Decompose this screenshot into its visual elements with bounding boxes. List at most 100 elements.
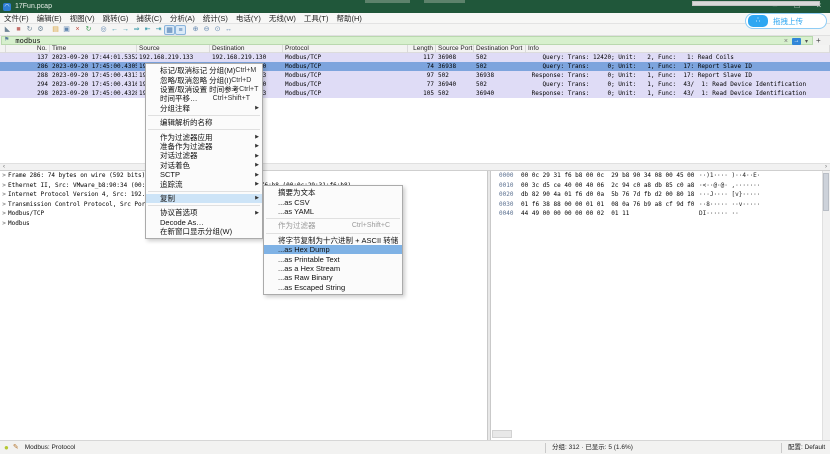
menu-wireless[interactable]: 无线(W) [265,13,300,24]
status-bar: ● ✎ Modbus: Protocol 分组: 312 · 已显示: 5 (1… [0,440,830,454]
submenu-item-as-hex-stream[interactable]: ...as a Hex Stream [264,264,402,273]
filter-value: modbus [15,37,40,45]
expert-info-icon[interactable]: ● [4,441,9,454]
table-row[interactable]: 288 2023-09-20 17:45:00.431304 192.168.2… [0,71,830,80]
resize-columns-icon[interactable]: ↔ [223,25,234,35]
find-packet-icon[interactable]: ◎ [98,25,109,35]
submenu-item-summary-as-text[interactable]: 摘要为文本 [264,188,402,197]
reload-icon[interactable]: ↻ [83,25,94,35]
zoom-in-icon[interactable]: ⊕ [190,25,201,35]
hex-row[interactable]: 0020db 82 90 4a 01 f6 d0 0a 5b 76 7d fb … [491,190,830,200]
col-destination-port[interactable]: Destination Port [474,45,526,53]
col-source-port[interactable]: Source Port [436,45,474,53]
col-length[interactable]: Length [408,45,436,53]
submenu-item-as-yaml[interactable]: ...as YAML [264,207,402,216]
expander-icon[interactable]: > [0,219,8,229]
hex-vscrollbar[interactable] [822,171,830,440]
col-info[interactable]: Info [526,45,830,53]
save-file-icon[interactable]: ▣ [61,25,72,35]
hex-vscroll-thumb[interactable] [823,173,829,211]
submenu-item-as-hex-dump[interactable]: ...as Hex Dump [264,245,402,254]
menu-item-prepare-as-filter[interactable]: 准备作为过滤器▶ [146,142,262,151]
zoom-out-icon[interactable]: ⊖ [201,25,212,35]
colorize-icon[interactable]: ≡ [175,25,186,35]
menu-capture[interactable]: 捕获(C) [132,13,165,24]
go-last-icon[interactable]: ⇥ [153,25,164,35]
submenu-arrow-icon: ▶ [255,162,259,168]
menu-statistics[interactable]: 统计(S) [199,13,232,24]
table-row[interactable]: 294 2023-09-20 17:45:00.431666 192.168.2… [0,80,830,89]
scroll-right-icon[interactable]: › [822,164,830,171]
packet-list-hscrollbar[interactable]: ‹ › [0,163,830,171]
menu-item-colorize-conversation[interactable]: 对话着色▶ [146,161,262,170]
wireshark-window: ◠ 17Fun.pcap – □ × 文件(F) 编辑(E) 视图(V) 跳转(… [0,0,830,454]
menu-analyze[interactable]: 分析(A) [166,13,199,24]
table-row[interactable]: 137 2023-09-20 17:44:01.535231 192.168.2… [0,53,830,62]
status-field-info: Modbus: Protocol [25,444,76,451]
table-row[interactable]: 298 2023-09-20 17:45:00.432856 192.168.2… [0,89,830,98]
menu-item-show-in-new-window[interactable]: 在新窗口显示分组(W) [146,227,262,236]
menu-go[interactable]: 跳转(G) [99,13,133,24]
upload-button[interactable]: ∴ 拖拽上传 [745,13,827,29]
capture-comment-icon[interactable]: ✎ [13,441,19,454]
expander-icon[interactable]: > [0,171,8,181]
submenu-item-as-csv[interactable]: ...as CSV [264,197,402,206]
go-first-icon[interactable]: ⇤ [142,25,153,35]
col-destination[interactable]: Destination [210,45,283,53]
expander-icon[interactable]: > [0,200,8,210]
menu-item-follow-stream[interactable]: 追踪流▶ [146,179,262,188]
submenu-item-bytes-hex-ascii-dump[interactable]: 将字节复制为十六进制 + ASCII 转储 [264,236,402,245]
restart-capture-icon[interactable]: ↻ [24,25,35,35]
status-profile[interactable]: 配置: Default [781,443,825,453]
scroll-left-icon[interactable]: ‹ [0,164,8,171]
start-capture-icon[interactable]: ◣ [2,25,13,35]
menu-item-decode-as[interactable]: Decode As… [146,217,262,226]
menu-item-copy[interactable]: 复制▶ [146,194,262,203]
submenu-item-as-escaped-string[interactable]: ...as Escaped String [264,283,402,292]
go-back-icon[interactable]: ← [109,25,120,35]
menu-item-sctp[interactable]: SCTP▶ [146,170,262,179]
menu-telephony[interactable]: 电话(Y) [232,13,265,24]
menu-item-time-shift[interactable]: 时间平移…Ctrl+Shift+T [146,94,262,103]
close-file-icon[interactable]: × [72,25,83,35]
menu-edit[interactable]: 编辑(E) [33,13,66,24]
menu-item-apply-as-filter[interactable]: 作为过滤器应用▶ [146,132,262,141]
expander-icon[interactable]: > [0,181,8,191]
hex-row[interactable]: 001000 3c d5 ce 40 00 40 06 2c 94 c0 a8 … [491,181,830,191]
col-time[interactable]: Time [50,45,137,53]
open-file-icon[interactable]: ▤ [50,25,61,35]
expander-icon[interactable]: > [0,190,8,200]
submenu-item-as-printable-text[interactable]: ...as Printable Text [264,254,402,263]
menu-view[interactable]: 视图(V) [66,13,99,24]
wireshark-app-icon: ◠ [3,3,11,11]
hex-row[interactable]: 004044 49 00 00 00 00 00 02 01 11DI·····… [491,209,830,219]
hscroll-thumb[interactable] [692,1,820,6]
go-forward-icon[interactable]: → [120,25,131,35]
hex-dump-pane[interactable]: 000000 0c 29 31 f6 b8 00 0c 29 b8 90 34 … [491,171,830,440]
menu-item-time-reference[interactable]: 设置/取消设置 时间参考Ctrl+T [146,85,262,94]
menu-item-mark-packet[interactable]: 标记/取消标记 分组(M)Ctrl+M [146,66,262,75]
menu-help[interactable]: 帮助(H) [333,13,366,24]
table-row-selected[interactable]: 286 2023-09-20 17:45:00.430539 192.168.2… [0,62,830,71]
stop-capture-icon[interactable]: ■ [13,25,24,35]
submenu-item-as-raw-binary[interactable]: ...as Raw Binary [264,273,402,282]
capture-options-icon[interactable]: ⚙ [35,25,46,35]
menu-item-ignore-packet[interactable]: 忽略/取消忽略 分组(I)Ctrl+D [146,75,262,84]
menu-file[interactable]: 文件(F) [0,13,33,24]
col-source[interactable]: Source [137,45,210,53]
go-to-packet-icon[interactable]: ⇒ [131,25,142,35]
hex-row[interactable]: 000000 0c 29 31 f6 b8 00 0c 29 b8 90 34 … [491,171,830,181]
menu-item-conversation-filter[interactable]: 对话过滤器▶ [146,151,262,160]
col-protocol[interactable]: Protocol [283,45,408,53]
zoom-100-icon[interactable]: ⊙ [212,25,223,35]
auto-scroll-icon[interactable]: ▦ [164,25,175,35]
menu-separator [148,129,260,130]
hex-row[interactable]: 003001 f6 38 88 00 00 01 01 08 0a 76 b9 … [491,200,830,210]
menu-item-packet-comment[interactable]: 分组注释▶ [146,104,262,113]
col-no[interactable]: No. [6,45,50,53]
menu-item-protocol-preferences[interactable]: 协议首选项▶ [146,208,262,217]
menu-tools[interactable]: 工具(T) [300,13,333,24]
hex-hscroll-thumb[interactable] [492,430,512,438]
expander-icon[interactable]: > [0,209,8,219]
menu-item-edit-resolved-name[interactable]: 编辑解析的名称 [146,118,262,127]
